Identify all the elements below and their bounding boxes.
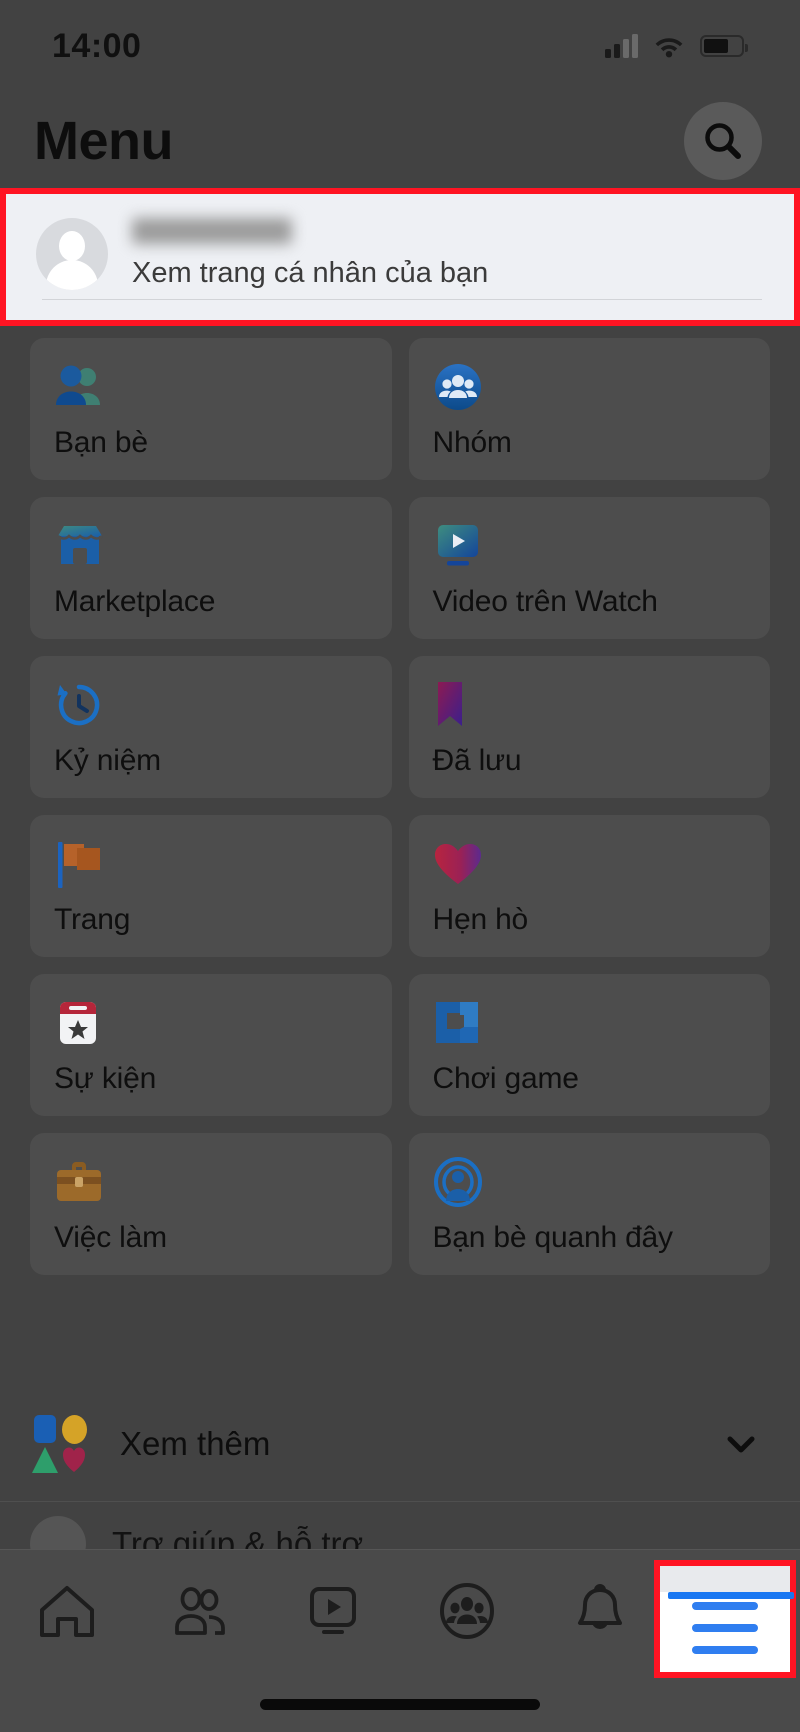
- menu-tile-groups[interactable]: Nhóm: [408, 338, 771, 480]
- profile-row-highlight[interactable]: Xem trang cá nhân của bạn: [0, 188, 800, 326]
- watch-video-icon: [433, 519, 771, 573]
- nav-active-accent: [668, 1592, 794, 1599]
- jobs-briefcase-icon: [54, 1155, 392, 1209]
- menu-tile-label: Bạn bè quanh đây: [432, 1221, 674, 1254]
- profile-row[interactable]: Xem trang cá nhân của bạn: [6, 194, 794, 320]
- menu-tile-events[interactable]: Sự kiện: [30, 974, 392, 1116]
- home-icon: [39, 1586, 94, 1637]
- status-bar: 14:00: [0, 0, 800, 92]
- profile-subtitle: Xem trang cá nhân của bạn: [132, 257, 489, 289]
- shapes-grid-icon: [30, 1413, 92, 1475]
- default-avatar-icon: [36, 218, 108, 290]
- nav-item-home[interactable]: [0, 1550, 133, 1674]
- dating-heart-icon: [433, 837, 771, 891]
- memories-clock-icon: [54, 678, 392, 732]
- menu-tile-marketplace[interactable]: Marketplace: [30, 497, 392, 639]
- nav-active-topbar: [660, 1566, 790, 1592]
- menu-tile-label: Kỷ niệm: [54, 744, 161, 777]
- menu-tile-label: Nhóm: [432, 426, 512, 459]
- friends-icon: [54, 360, 392, 414]
- see-more-row[interactable]: Xem thêm: [0, 1390, 800, 1498]
- events-calendar-icon: [54, 996, 392, 1050]
- menu-tile-pages[interactable]: Trang: [30, 815, 392, 957]
- menu-tile-saved[interactable]: Đã lưu: [408, 656, 771, 798]
- bottom-nav: [0, 1549, 800, 1732]
- status-bar-icons: [605, 34, 748, 58]
- nav-item-notifications[interactable]: [533, 1550, 666, 1674]
- menu-tile-watch[interactable]: Video trên Watch: [408, 497, 771, 639]
- saved-bookmark-icon: [433, 678, 771, 732]
- nearby-friends-icon: [433, 1155, 771, 1209]
- menu-grid: Bạn bè Nhóm Marketplace Video trên Watch…: [30, 338, 770, 1275]
- menu-tile-label: Hẹn hò: [432, 903, 529, 936]
- bell-icon: [577, 1584, 622, 1629]
- status-bar-time: 14:00: [52, 26, 142, 65]
- menu-tile-dating[interactable]: Hẹn hò: [408, 815, 771, 957]
- wifi-icon: [655, 38, 683, 58]
- profile-name: [132, 218, 292, 244]
- menu-tile-friends[interactable]: Bạn bè: [30, 338, 392, 480]
- menu-tile-label: Đã lưu: [432, 744, 522, 777]
- page-title: Menu: [34, 111, 174, 171]
- profile-text: Xem trang cá nhân của bạn: [132, 218, 488, 290]
- nav-item-watch[interactable]: [267, 1550, 400, 1674]
- gaming-icon: [433, 996, 771, 1050]
- search-button[interactable]: [684, 102, 762, 180]
- friends-nav-icon: [175, 1587, 225, 1635]
- menu-tile-jobs[interactable]: Việc làm: [30, 1133, 392, 1275]
- nav-item-groups[interactable]: [400, 1550, 533, 1674]
- menu-tile-gaming[interactable]: Chơi game: [408, 974, 771, 1116]
- menu-tile-label: Sự kiện: [54, 1062, 157, 1095]
- groups-nav-icon: [439, 1583, 494, 1639]
- menu-tile-label: Chơi game: [432, 1062, 579, 1095]
- menu-tile-label: Bạn bè: [54, 426, 148, 459]
- page-header: Menu: [0, 92, 800, 190]
- profile-divider: [42, 299, 762, 300]
- pages-flag-icon: [54, 837, 392, 891]
- search-icon: [705, 123, 741, 159]
- phone-screen: 14:00 Menu Xem trang cá nhân của bạn Bạn…: [0, 0, 800, 1732]
- see-more-label: Xem thêm: [120, 1425, 271, 1462]
- battery-icon: [700, 35, 748, 57]
- groups-icon: [433, 360, 771, 414]
- menu-tile-label: Trang: [54, 903, 131, 936]
- section-divider: [0, 1501, 800, 1502]
- marketplace-icon: [54, 519, 392, 573]
- nav-item-menu-highlight[interactable]: [654, 1560, 796, 1678]
- menu-tile-label: Việc làm: [54, 1221, 167, 1254]
- menu-tile-label: Video trên Watch: [432, 585, 658, 618]
- cellular-signal-icon: [605, 34, 638, 58]
- menu-tile-label: Marketplace: [54, 585, 216, 618]
- menu-tile-memories[interactable]: Kỷ niệm: [30, 656, 392, 798]
- nav-item-friends[interactable]: [133, 1550, 266, 1674]
- watch-nav-icon: [310, 1587, 357, 1634]
- menu-tile-nearby-friends[interactable]: Bạn bè quanh đây: [408, 1133, 771, 1275]
- chevron-down-icon[interactable]: [724, 1427, 758, 1461]
- home-indicator: [260, 1699, 540, 1710]
- hamburger-menu-icon: [692, 1602, 758, 1654]
